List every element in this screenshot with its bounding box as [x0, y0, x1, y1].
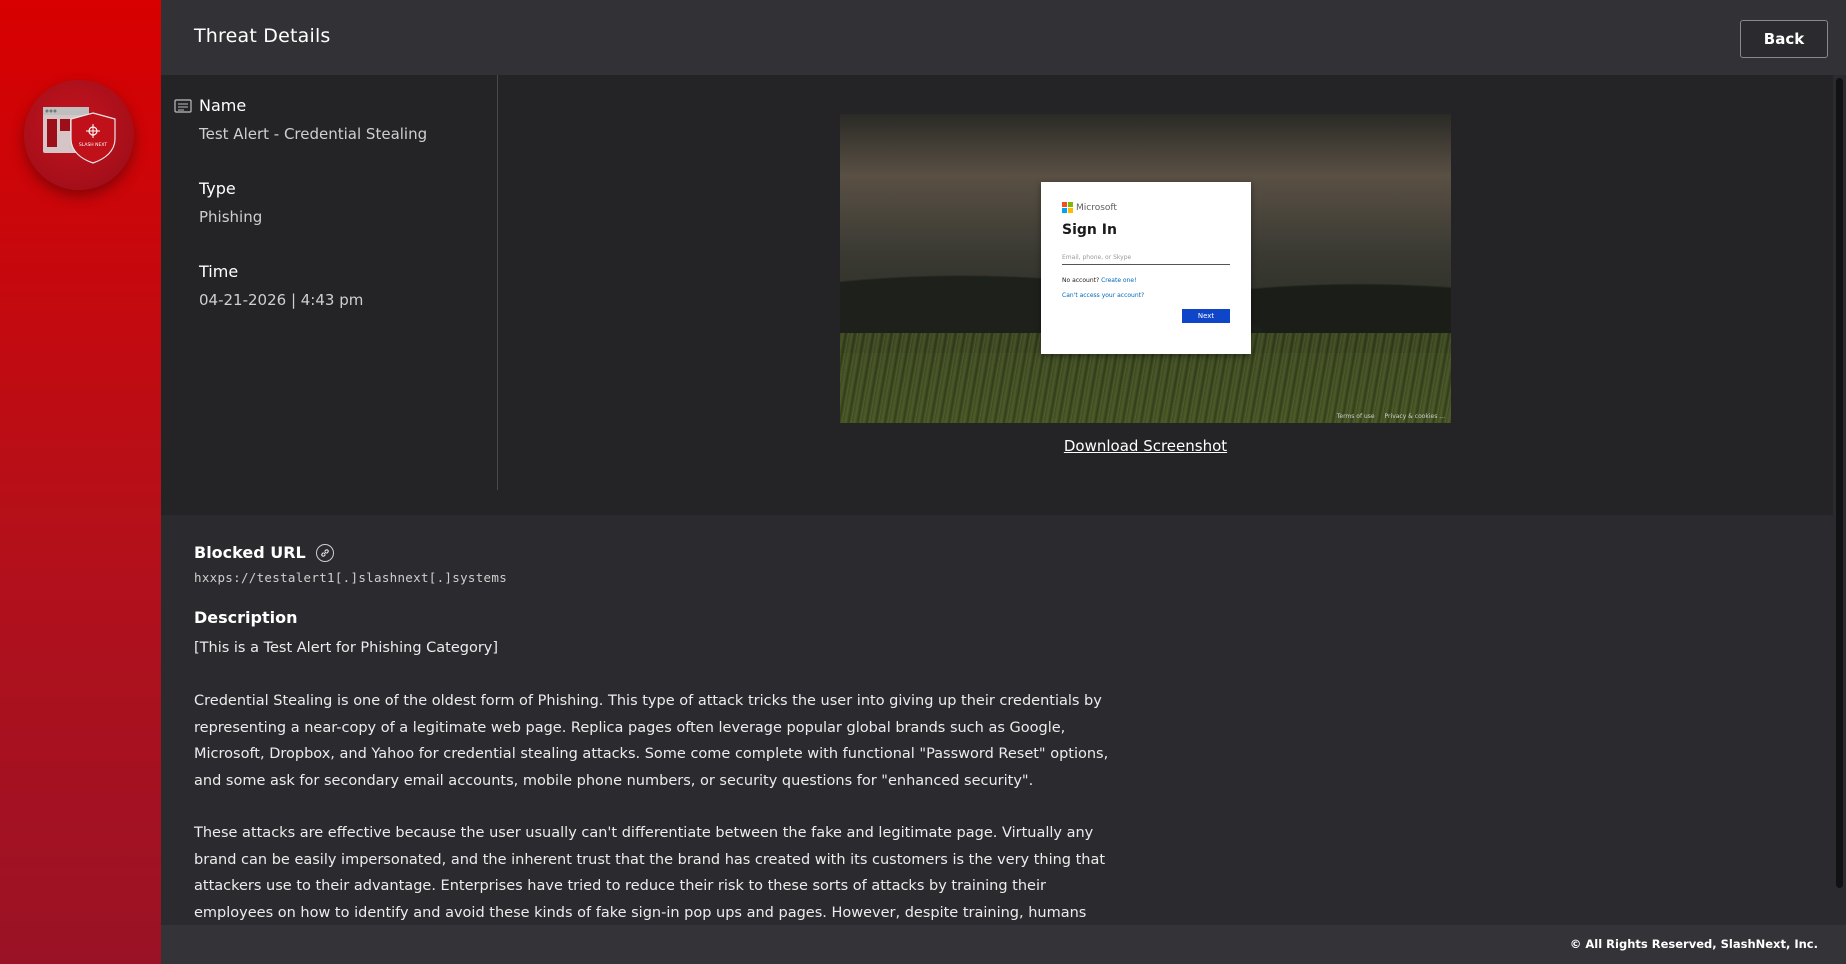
scrollbar-thumb[interactable] [1836, 78, 1843, 888]
time-value: 04-21-2026 | 4:43 pm [199, 291, 364, 309]
threat-info-column: Name Test Alert - Credential Stealing Ty… [161, 75, 498, 490]
copyright-text: © All Rights Reserved, SlashNext, Inc. [1569, 937, 1818, 951]
type-label: Type [199, 179, 236, 198]
no-account-text: No account? Create one! [1062, 277, 1137, 284]
sidebar: SLASH NEXT [0, 0, 161, 964]
blocked-url-value: hxxps://testalert1[.]slashnext[.]systems [194, 570, 508, 585]
type-value: Phishing [199, 208, 263, 226]
download-screenshot-link[interactable]: Download Screenshot [840, 437, 1451, 455]
name-field: Name Test Alert - Credential Stealing [199, 96, 427, 143]
name-value: Test Alert - Credential Stealing [199, 125, 428, 143]
blocked-url-title: Blocked URL [194, 543, 306, 562]
blocked-url-heading: Blocked URL [194, 543, 334, 562]
name-label: Name [199, 96, 247, 115]
description-paragraph-1: Credential Stealing is one of the oldest… [194, 693, 1109, 789]
svg-text:SLASH NEXT: SLASH NEXT [79, 142, 107, 148]
threat-detail-panel: Blocked URL hxxps://testalert1[.]slashne… [161, 515, 1833, 925]
time-label: Time [199, 262, 239, 281]
signin-title: Sign In [1062, 222, 1117, 238]
back-button[interactable]: Back [1740, 20, 1828, 58]
microsoft-brand-text: Microsoft [1076, 202, 1117, 213]
id-card-icon [174, 99, 192, 113]
cant-access-link: Can't access your account? [1062, 292, 1145, 299]
threat-screenshot[interactable]: Microsoft Sign In Email, phone, or Skype… [840, 114, 1451, 423]
type-field: Type Phishing [199, 179, 262, 226]
description-heading: Description [194, 608, 298, 627]
scrollbar[interactable] [1833, 75, 1846, 925]
top-bar: Threat Details Back [161, 0, 1846, 75]
signin-email-placeholder: Email, phone, or Skype [1062, 254, 1230, 265]
link-icon[interactable] [315, 543, 334, 562]
description-line: [This is a Test Alert for Phishing Categ… [194, 640, 499, 656]
microsoft-logo: Microsoft [1062, 202, 1117, 213]
app-logo[interactable]: SLASH NEXT [24, 80, 134, 190]
signin-next-button: Next [1182, 309, 1230, 323]
fake-signin-card: Microsoft Sign In Email, phone, or Skype… [1041, 182, 1251, 354]
page-title: Threat Details [194, 25, 331, 47]
microsoft-squares-icon [1062, 202, 1073, 213]
threat-summary-panel: Name Test Alert - Credential Stealing Ty… [161, 75, 1833, 515]
footer: © All Rights Reserved, SlashNext, Inc. [161, 925, 1846, 964]
create-one-link: Create one! [1101, 277, 1137, 284]
time-field: Time 04-21-2026 | 4:43 pm [199, 262, 363, 309]
shield-browser-icon: SLASH NEXT [43, 107, 116, 164]
privacy-text: Privacy & cookies ... [1384, 413, 1445, 420]
terms-text: Terms of use [1336, 413, 1375, 420]
screenshot-footer: Terms of use Privacy & cookies ... [1329, 413, 1445, 420]
description-paragraph-2: These attacks are effective because the … [194, 825, 1106, 921]
